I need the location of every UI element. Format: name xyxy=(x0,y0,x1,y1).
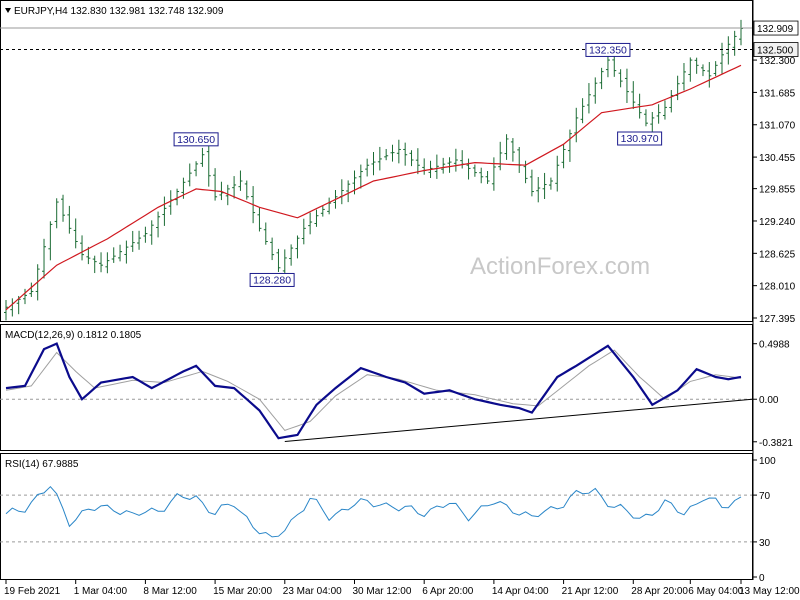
forex-chart: ActionForex.com EURJPY,H4 132.830 132.98… xyxy=(0,0,800,597)
macd-axis-tick-label: -0.3821 xyxy=(759,438,793,449)
price-axis-tick-label: 128.010 xyxy=(759,282,796,293)
x-axis-tick-label: 1 Mar 04:00 xyxy=(74,586,128,597)
macd-main-line xyxy=(5,342,742,440)
x-axis-tick-label: 13 May 12:00 xyxy=(739,586,800,597)
x-axis-tick-label: 8 Mar 12:00 xyxy=(143,586,197,597)
x-axis-tick-label: 21 Apr 12:00 xyxy=(562,586,619,597)
x-axis-tick-label: 30 Mar 12:00 xyxy=(352,586,411,597)
rsi-axis-tick-label: 100 xyxy=(759,456,776,467)
rsi-pane-border xyxy=(0,453,753,580)
price-annotation-label: 130.650 xyxy=(177,134,215,146)
rsi-axis-tick-label: 30 xyxy=(759,538,771,549)
macd-signal-line xyxy=(5,349,742,431)
price-annotation-label: 130.970 xyxy=(621,133,659,145)
price-annotation-label: 132.350 xyxy=(589,44,627,56)
watermark: ActionForex.com xyxy=(470,253,650,280)
rsi-axis-tick-label: 0 xyxy=(759,573,765,584)
price-axis-tick-label: 131.070 xyxy=(759,121,796,132)
macd-layer xyxy=(0,342,753,443)
dropdown-triangle-icon[interactable] xyxy=(5,8,11,13)
macd-label: MACD(12,26,9) 0.1812 0.1805 xyxy=(5,330,142,341)
resistance-tag: 132.500 xyxy=(757,46,794,57)
price-axis-tick-label: 132.300 xyxy=(759,56,796,67)
rsi-line xyxy=(5,485,742,538)
macd-trendline xyxy=(284,398,753,443)
x-axis-tick-label: 6 Apr 20:00 xyxy=(422,586,474,597)
price-axis-tick-label: 127.395 xyxy=(759,314,796,325)
x-axis-tick-label: 19 Feb 2021 xyxy=(4,586,61,597)
price-axis-tick-label: 130.455 xyxy=(759,153,796,164)
price-axis-tick-label: 128.625 xyxy=(759,249,796,260)
axis-layer: 132.300 131.685 131.070 130.455 129.855 129.2… xyxy=(4,20,800,597)
x-axis-tick-label: 28 Apr 20:00 xyxy=(631,586,688,597)
x-axis-tick-label: 15 Mar 20:00 xyxy=(213,586,272,597)
rsi-layer xyxy=(0,485,752,543)
last-price-tag: 132.909 xyxy=(757,24,794,35)
rsi-axis-tick-label: 70 xyxy=(759,491,771,502)
macd-axis-tick-label: 0.00 xyxy=(759,395,779,406)
x-axis-tick-label: 6 May 04:00 xyxy=(688,586,743,597)
price-axis-tick-label: 129.855 xyxy=(759,185,796,196)
rsi-label: RSI(14) 67.9885 xyxy=(5,459,79,470)
macd-axis-tick-label: 0.4988 xyxy=(759,340,790,351)
symbol-header: EURJPY,H4 132.830 132.981 132.748 132.90… xyxy=(14,6,224,17)
x-axis-tick-label: 23 Mar 04:00 xyxy=(283,586,342,597)
price-axis-tick-label: 129.240 xyxy=(759,217,796,228)
price-annotation-label: 128.280 xyxy=(253,274,291,286)
x-axis-tick-label: 14 Apr 04:00 xyxy=(492,586,549,597)
price-axis-tick-label: 131.685 xyxy=(759,88,796,99)
